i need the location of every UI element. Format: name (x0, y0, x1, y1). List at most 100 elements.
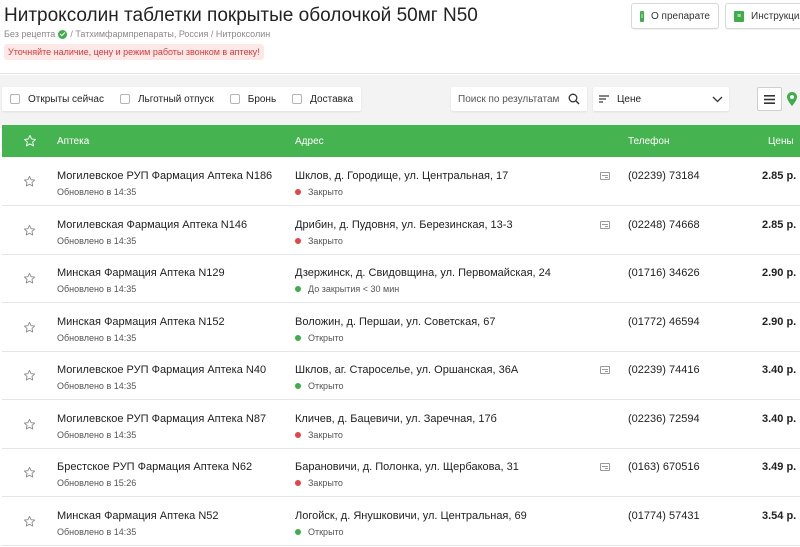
instruction-label: Инструкция (751, 10, 800, 22)
instruction-button[interactable]: ≡ Инструкция (725, 3, 800, 29)
benefit-checkbox[interactable] (119, 94, 130, 104)
phone-number[interactable]: (01716) 34626 (628, 267, 700, 279)
phone-number[interactable]: (01774) 57431 (628, 510, 700, 522)
column-price[interactable]: Цены (768, 136, 794, 147)
delivery-checkbox[interactable] (292, 94, 303, 104)
pharmacy-address[interactable]: Барановичи, д. Полонка, ул. Щербакова, 3… (295, 461, 519, 473)
price-value: 2.85 р. (762, 218, 797, 231)
delivery-label: Доставка (310, 93, 354, 105)
breadcrumb[interactable]: / Татхимфармпрепараты, Россия / Нитроксо… (70, 29, 270, 39)
pharmacy-name[interactable]: Минская Фармация Аптека N52 (57, 510, 219, 522)
pharmacy-name[interactable]: Брестское РУП Фармация Аптека N62 (57, 461, 252, 473)
table-row[interactable]: Брестское РУП Фармация Аптека N62 Обновле… (2, 449, 800, 497)
favorite-star-icon[interactable] (23, 175, 36, 193)
filter-benefit[interactable]: Льготный отпуск (112, 87, 222, 111)
phone-number[interactable]: (02248) 74668 (628, 219, 700, 231)
star-icon[interactable] (23, 134, 37, 148)
pharmacy-name[interactable]: Могилевское РУП Фармация Аптека N87 (57, 413, 266, 425)
list-view-button[interactable] (757, 87, 782, 111)
sort-select[interactable]: Цене (593, 87, 729, 111)
filter-open-now[interactable]: Открыты сейчас (2, 87, 112, 111)
favorite-star-icon[interactable] (23, 418, 36, 436)
table-row[interactable]: Минская Фармация Аптека N129 Обновлено в … (2, 255, 800, 303)
open-status: Открыто (295, 527, 344, 537)
pharmacy-name[interactable]: Могилевское РУП Фармация Аптека N186 (57, 170, 272, 182)
phone-number[interactable]: (0163) 670516 (628, 461, 700, 473)
pharmacy-name[interactable]: Минская Фармация Аптека N152 (57, 316, 225, 328)
price-value: 3.54 р. (762, 509, 797, 522)
availability-notice: Уточняйте наличие, цену и режим работы з… (4, 44, 264, 60)
price-value: 3.40 р. (762, 364, 797, 376)
check-icon (58, 29, 68, 39)
price-value: 3.49 р. (762, 461, 797, 473)
phone-number[interactable]: (02239) 73184 (628, 170, 700, 182)
table-row[interactable]: Могилевское РУП Фармация Аптека N87 Обнов… (2, 400, 800, 449)
table-row[interactable]: Минская Фармация Аптека N52 Обновлено в 1… (2, 497, 800, 546)
sort-value: Цене (617, 93, 642, 105)
open-status: Открыто (295, 333, 344, 343)
card-payment-icon (600, 172, 610, 180)
page-title: Нитроксолин таблетки покрытые оболочкой … (4, 5, 478, 26)
favorite-star-icon[interactable] (23, 466, 36, 484)
list-icon (764, 94, 775, 104)
favorite-star-icon[interactable] (23, 515, 36, 533)
table-row[interactable]: Могилевская Фармация Аптека N146 Обновлен… (2, 206, 800, 255)
phone-number[interactable]: (02236) 72594 (628, 413, 700, 425)
map-view-button[interactable] (787, 87, 800, 111)
about-drug-button[interactable]: i О препарате (631, 3, 719, 29)
pharmacy-address[interactable]: Дрибин, д. Пудовня, ул. Березинская, 13-… (295, 219, 513, 231)
column-pharmacy[interactable]: Аптека (57, 136, 89, 147)
pharmacy-address[interactable]: Логойск, д. Янушковичи, ул. Центральная,… (295, 510, 527, 522)
filter-bar: Открыты сейчас Льготный отпуск Бронь Дос… (0, 75, 800, 125)
favorite-star-icon[interactable] (23, 321, 36, 339)
sort-icon (599, 95, 609, 103)
about-drug-label: О препарате (650, 10, 710, 22)
status-dot-icon (295, 431, 301, 438)
filter-delivery[interactable]: Доставка (284, 87, 361, 111)
pharmacy-address[interactable]: Кличев, д. Бацевичи, ул. Заречная, 17б (295, 413, 497, 425)
status-dot-icon (295, 334, 301, 341)
favorite-star-icon[interactable] (23, 224, 36, 242)
search-icon[interactable] (568, 93, 580, 105)
pharmacy-name[interactable]: Минская Фармация Аптека N129 (57, 267, 225, 279)
pharmacy-address[interactable]: Воложин, д. Першаи, ул. Советская, 67 (295, 316, 496, 328)
pharmacy-name[interactable]: Могилевское РУП Фармация Аптека N40 (57, 364, 266, 376)
filter-checkboxes: Открыты сейчас Льготный отпуск Бронь Дос… (2, 87, 362, 111)
status-text: Открыто (308, 332, 344, 343)
document-icon: ≡ (734, 10, 744, 22)
open-status: Открыто (295, 381, 344, 391)
favorite-star-icon[interactable] (23, 272, 36, 290)
pharmacy-address[interactable]: Дзержинск, д. Свидовщина, ул. Первомайск… (295, 267, 551, 279)
table-row[interactable]: Могилевское РУП Фармация Аптека N40 Обнов… (2, 352, 800, 400)
filter-booking[interactable]: Бронь (222, 87, 284, 111)
updated-time: Обновлено в 14:35 (57, 429, 137, 440)
table-row[interactable]: Могилевское РУП Фармация Аптека N186 Обно… (2, 158, 800, 206)
status-dot-icon (295, 237, 301, 244)
pharmacy-name[interactable]: Могилевская Фармация Аптека N146 (57, 219, 247, 231)
column-address[interactable]: Адрес (295, 136, 324, 147)
booking-label: Бронь (247, 93, 277, 105)
open-status: До закрытия < 30 мин (295, 284, 399, 294)
open-now-checkbox[interactable] (10, 94, 20, 104)
price-value: 2.90 р. (762, 267, 797, 279)
status-dot-icon (295, 286, 301, 292)
search-input[interactable] (458, 93, 562, 105)
status-text: Открыто (308, 381, 344, 391)
column-phone[interactable]: Телефон (628, 136, 669, 147)
phone-number[interactable]: (01772) 46594 (628, 316, 700, 328)
price-value: 2.90 р. (762, 315, 797, 328)
updated-time: Обновлено в 15:26 (57, 478, 137, 488)
booking-checkbox[interactable] (229, 94, 240, 104)
updated-time: Обновлено в 14:35 (57, 235, 137, 246)
status-text: Закрыто (308, 235, 343, 246)
pharmacy-address[interactable]: Шклов, д. Городище, ул. Центральная, 17 (295, 170, 508, 182)
favorite-star-icon[interactable] (23, 369, 36, 387)
phone-number[interactable]: (02239) 74416 (628, 364, 700, 376)
chevron-down-icon (712, 96, 723, 102)
pharmacy-address[interactable]: Шклов, аг. Староселье, ул. Оршанская, 36… (295, 364, 518, 376)
status-dot-icon (295, 480, 301, 486)
card-payment-icon (600, 220, 610, 229)
status-text: Открыто (308, 526, 344, 537)
table-row[interactable]: Минская Фармация Аптека N152 Обновлено в … (2, 303, 800, 352)
status-text: Закрыто (308, 429, 343, 440)
